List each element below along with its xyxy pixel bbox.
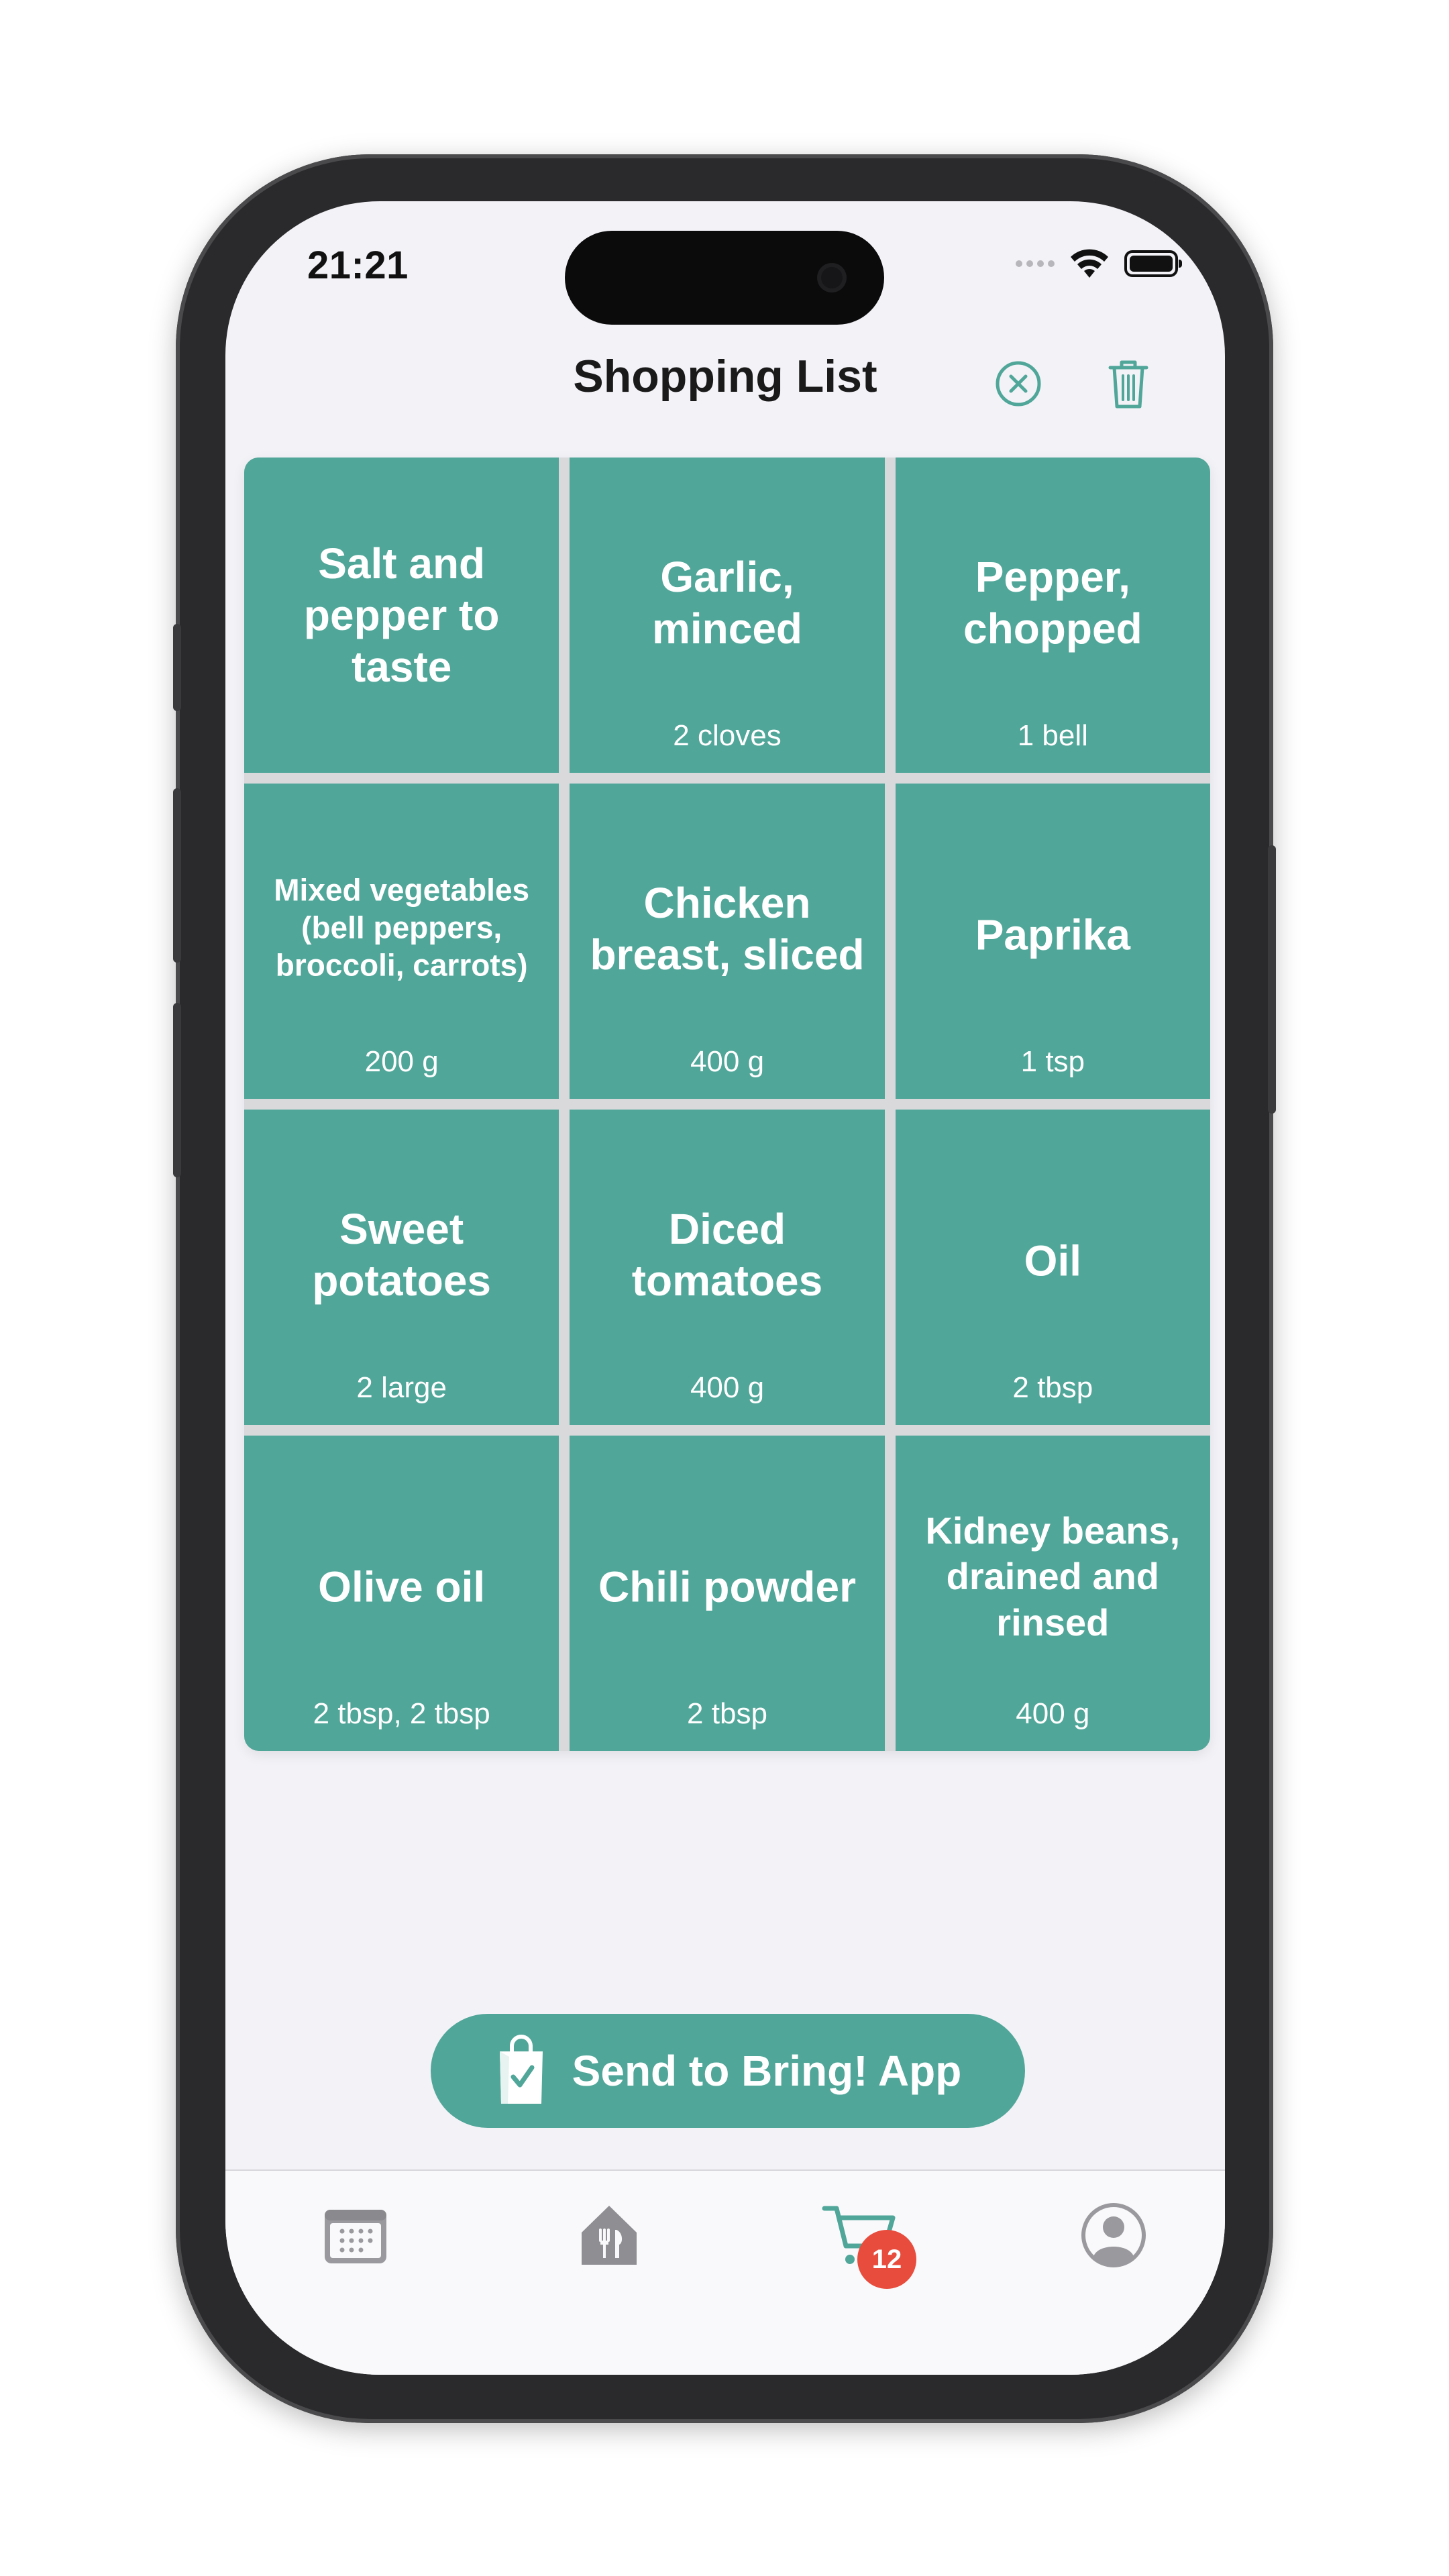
item-name: Sweet potatoes <box>312 1204 491 1305</box>
calendar-icon <box>325 2210 386 2263</box>
list-item[interactable]: Pepper, chopped 1 bell <box>895 458 1210 773</box>
delete-button[interactable] <box>1099 354 1158 413</box>
item-quantity: 1 bell <box>1017 719 1088 752</box>
list-item[interactable]: Garlic, minced 2 cloves <box>570 458 885 773</box>
cart-badge: 12 <box>857 2230 916 2289</box>
list-item[interactable]: Oil 2 tbsp <box>895 1110 1210 1425</box>
camera-icon <box>817 263 847 292</box>
item-name: Chili powder <box>598 1562 856 1611</box>
item-name: Salt and pepper to taste <box>303 539 500 691</box>
battery-icon <box>1124 250 1182 277</box>
item-quantity: 2 tbsp, 2 tbsp <box>313 1697 490 1730</box>
item-name: Mixed vegetables (bell peppers, broccoli… <box>274 872 530 983</box>
list-item[interactable]: Salt and pepper to taste <box>244 458 559 773</box>
action-button <box>173 624 181 711</box>
clear-list-button[interactable] <box>989 354 1048 413</box>
tab-recipes[interactable] <box>569 2195 649 2275</box>
cellular-signal-icon <box>1016 260 1055 267</box>
list-item[interactable]: Chicken breast, sliced 400 g <box>570 784 885 1099</box>
list-item[interactable]: Paprika 1 tsp <box>895 784 1210 1099</box>
shopping-grid: Salt and pepper to taste Garlic, minced … <box>244 458 1210 1751</box>
page-title: Shopping List <box>573 351 877 402</box>
profile-icon <box>1081 2203 1146 2267</box>
item-quantity: 2 cloves <box>673 719 782 752</box>
item-quantity: 400 g <box>690 1045 765 1078</box>
trash-icon <box>1108 360 1148 409</box>
power-button <box>1268 845 1276 1114</box>
item-name: Pepper, chopped <box>963 552 1142 653</box>
item-quantity: 400 g <box>1016 1697 1090 1730</box>
status-time: 21:21 <box>307 244 409 287</box>
shopping-bag-icon <box>499 2035 543 2104</box>
tab-calendar[interactable] <box>315 2195 396 2275</box>
dynamic-island <box>565 231 884 325</box>
item-name: Olive oil <box>318 1562 486 1611</box>
item-name: Garlic, minced <box>651 552 803 653</box>
list-item[interactable]: Sweet potatoes 2 large <box>244 1110 559 1425</box>
item-name: Diced tomatoes <box>631 1204 823 1305</box>
item-name: Kidney beans, drained and rinsed <box>925 1509 1181 1644</box>
wifi-icon <box>1071 249 1108 278</box>
close-circle-icon <box>996 361 1041 407</box>
list-item[interactable]: Chili powder 2 tbsp <box>570 1436 885 1751</box>
item-quantity: 2 tbsp <box>1012 1371 1093 1404</box>
item-name: Paprika <box>975 910 1130 959</box>
restaurant-icon <box>582 2206 637 2265</box>
send-to-bring-label: Send to Bring! App <box>572 2047 962 2095</box>
app-screen: 21:21 Shopping List Salt and pepper to t… <box>225 201 1225 2375</box>
item-quantity: 200 g <box>364 1045 439 1078</box>
volume-down-button <box>173 1003 181 1177</box>
item-name: Oil <box>1024 1236 1081 1285</box>
list-item[interactable]: Kidney beans, drained and rinsed 400 g <box>895 1436 1210 1751</box>
tab-shopping-list[interactable]: 12 <box>821 2195 916 2289</box>
item-name: Chicken breast, sliced <box>590 878 865 979</box>
list-item[interactable]: Mixed vegetables (bell peppers, broccoli… <box>244 784 559 1099</box>
status-indicators <box>1016 248 1182 279</box>
list-item[interactable]: Diced tomatoes 400 g <box>570 1110 885 1425</box>
send-to-bring-button[interactable]: Send to Bring! App <box>431 2014 1025 2128</box>
volume-up-button <box>173 788 181 963</box>
item-quantity: 400 g <box>690 1371 765 1404</box>
tab-profile[interactable] <box>1073 2195 1154 2275</box>
item-quantity: 1 tsp <box>1020 1045 1085 1078</box>
tab-bar: 12 <box>225 2169 1225 2375</box>
item-quantity: 2 large <box>356 1371 447 1404</box>
item-quantity: 2 tbsp <box>687 1697 767 1730</box>
list-item[interactable]: Olive oil 2 tbsp, 2 tbsp <box>244 1436 559 1751</box>
